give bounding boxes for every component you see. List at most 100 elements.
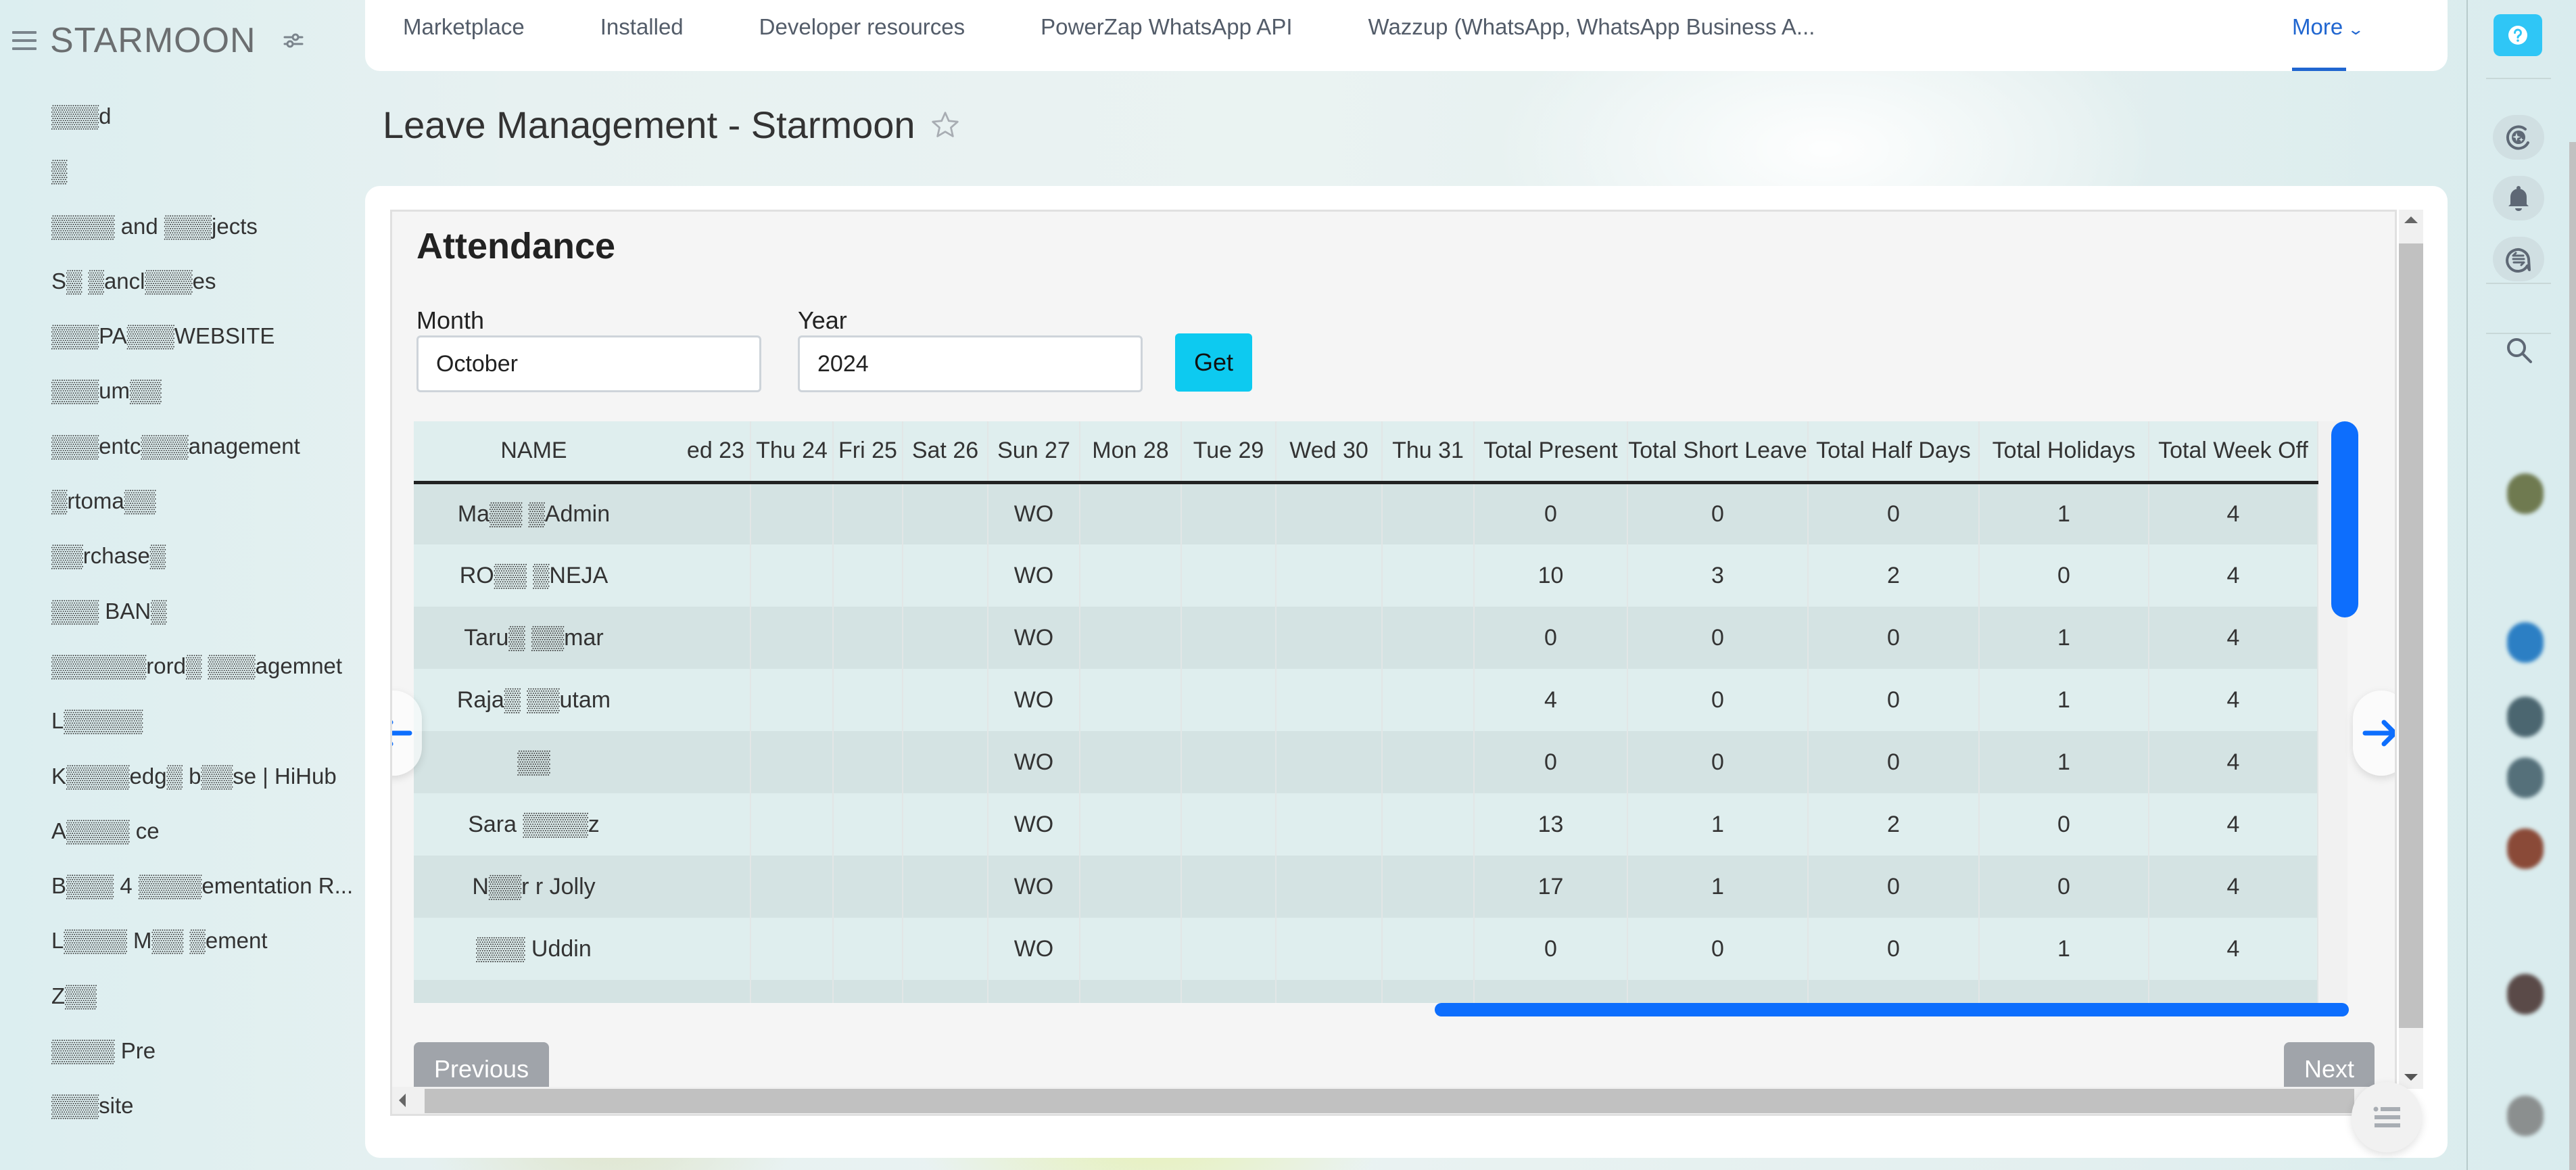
day-cell: WO	[988, 544, 1080, 607]
total-cell: 0	[1474, 607, 1628, 669]
day-cell	[654, 544, 751, 607]
sidebar-item[interactable]: ▒▒▒um▒▒	[51, 373, 353, 428]
avatar[interactable]	[2507, 974, 2544, 1014]
star-icon[interactable]	[930, 110, 960, 140]
total-cell: 4	[2149, 669, 2318, 731]
panel-vscroll-thumb[interactable]	[2399, 243, 2423, 1028]
logo[interactable]: STARMOON	[50, 20, 256, 61]
page-scrollbar[interactable]	[2569, 142, 2576, 1170]
chat-button[interactable]	[2493, 237, 2544, 281]
sidebar-item[interactable]: ▒▒rchase▒	[51, 538, 353, 593]
total-cell: 0	[1808, 607, 1980, 669]
total-cell: 1	[1979, 607, 2149, 669]
sidebar-item[interactable]: ▒▒▒site	[51, 1088, 353, 1143]
total-cell: 2	[1808, 793, 1980, 856]
day-cell	[750, 918, 834, 980]
sidebar-item[interactable]: L▒▒▒▒ M▒▒ ▒ement	[51, 923, 353, 978]
copilot-button[interactable]	[2493, 115, 2544, 160]
total-cell: 0	[1474, 918, 1628, 980]
day-cell	[1080, 856, 1182, 918]
avatar[interactable]	[2507, 697, 2544, 737]
notifications-button[interactable]	[2493, 176, 2544, 220]
nav-wazzup[interactable]: Wazzup (WhatsApp, WhatsApp Business A...	[1368, 0, 1815, 71]
help-icon	[2508, 26, 2527, 45]
avatar[interactable]	[2507, 828, 2544, 869]
sidebar-item[interactable]: ▒▒▒▒ and ▒▒▒jects	[51, 209, 353, 264]
nav-installed[interactable]: Installed	[600, 0, 684, 71]
scroll-down-arrow-icon[interactable]	[2404, 1074, 2418, 1081]
total-cell: 4	[2149, 544, 2318, 607]
attendance-table-scroll[interactable]: NAME ed 23 Thu 24 Fri 25 Sat 26 Sun 27 Mon 28 T…	[414, 421, 2347, 1003]
sliders-icon[interactable]	[283, 32, 304, 49]
total-cell: 1	[1979, 918, 2149, 980]
attendance-title: Attendance	[416, 226, 616, 266]
day-cell	[1080, 607, 1182, 669]
employee-name: Raja▒ ▒▒utam	[414, 669, 654, 731]
day-cell: WO	[988, 918, 1080, 980]
search-icon[interactable]	[2506, 337, 2533, 364]
scroll-up-arrow-icon[interactable]	[2404, 216, 2418, 223]
empty-cell	[1474, 980, 1628, 1003]
day-cell	[903, 544, 988, 607]
column-header: Total Present	[1474, 421, 1628, 484]
day-cell	[833, 918, 903, 980]
total-cell: 0	[1627, 918, 1809, 980]
scroll-left-button[interactable]	[392, 691, 422, 776]
day-cell	[1080, 482, 1182, 544]
nav-more-dropdown[interactable]: More ⌄	[2292, 0, 2364, 71]
page-title: Leave Management - Starmoon	[383, 103, 915, 146]
nav-powerzap-whatsapp-api[interactable]: PowerZap WhatsApp API	[1041, 0, 1292, 71]
table-vertical-scrollbar[interactable]	[2331, 421, 2358, 617]
scroll-right-button[interactable]	[2353, 691, 2395, 776]
table-horizontal-scrollbar[interactable]	[1435, 1003, 2349, 1016]
help-button[interactable]	[2494, 14, 2542, 56]
total-cell: 1	[1627, 856, 1809, 918]
nav-marketplace[interactable]: Marketplace	[403, 0, 525, 71]
get-button[interactable]: Get	[1175, 333, 1252, 392]
list-menu-button[interactable]	[2352, 1082, 2422, 1152]
sidebar-item[interactable]: L▒▒▒▒▒	[51, 703, 353, 758]
day-cell	[1382, 918, 1475, 980]
day-cell	[750, 544, 834, 607]
main-card: Attendance Month Year Get NAMEed 23Thu 2…	[365, 186, 2448, 1158]
sidebar-item[interactable]: K▒▒▒▒edg▒ b▒▒se | HiHub	[51, 759, 353, 814]
sidebar-item[interactable]: B▒▒▒ 4 ▒▒▒▒ementation R...	[51, 868, 353, 923]
sidebar-item[interactable]: Z▒▒	[51, 979, 353, 1033]
panel-horizontal-scrollbar[interactable]	[392, 1087, 2395, 1114]
month-input[interactable]	[416, 335, 761, 392]
sidebar-item[interactable]: ▒rtoma▒▒	[51, 484, 353, 538]
sidebar-item[interactable]: ▒▒▒entc▒▒▒anagement	[51, 429, 353, 484]
sidebar-item[interactable]: ▒▒▒▒ Pre	[51, 1033, 353, 1088]
year-label: Year	[798, 306, 847, 334]
sidebar-item[interactable]: A▒▒▒▒ ce	[51, 814, 353, 868]
panel-hscroll-thumb[interactable]	[425, 1089, 2354, 1113]
nav-developer-resources[interactable]: Developer resources	[759, 0, 965, 71]
menu-icon[interactable]	[12, 31, 37, 50]
total-cell: 0	[1979, 793, 2149, 856]
sidebar-item[interactable]: ▒▒▒▒▒▒rord▒ ▒▒▒agemnet	[51, 649, 353, 703]
sidebar-item[interactable]: ▒▒▒ BAN▒	[51, 594, 353, 649]
sidebar-item[interactable]: ▒▒▒PA▒▒▒WEBSITE	[51, 319, 353, 373]
sidebar-item[interactable]: ▒	[51, 154, 353, 208]
day-cell	[1181, 731, 1277, 793]
attendance-panel: Attendance Month Year Get NAMEed 23Thu 2…	[390, 210, 2397, 1116]
sidebar-item[interactable]: S▒ ▒ancl▒▒▒es	[51, 264, 353, 319]
column-header: ed 23	[654, 421, 751, 484]
day-cell	[1276, 793, 1383, 856]
avatar[interactable]	[2507, 473, 2544, 514]
total-cell: 13	[1474, 793, 1628, 856]
empty-cell	[1181, 980, 1277, 1003]
avatar[interactable]	[2507, 622, 2544, 663]
column-header: Sun 27	[988, 421, 1080, 484]
day-cell	[903, 793, 988, 856]
avatar[interactable]	[2507, 757, 2544, 798]
sidebar-item[interactable]: ▒▒▒d	[51, 99, 353, 154]
panel-vertical-scrollbar[interactable]	[2399, 210, 2423, 1089]
total-cell: 0	[1627, 669, 1809, 731]
avatar[interactable]	[2507, 1096, 2544, 1136]
day-cell	[1181, 482, 1277, 544]
total-cell: 2	[1808, 544, 1980, 607]
year-input[interactable]	[798, 335, 1143, 392]
scroll-left-arrow-icon[interactable]	[399, 1094, 406, 1107]
total-cell: 0	[1474, 731, 1628, 793]
